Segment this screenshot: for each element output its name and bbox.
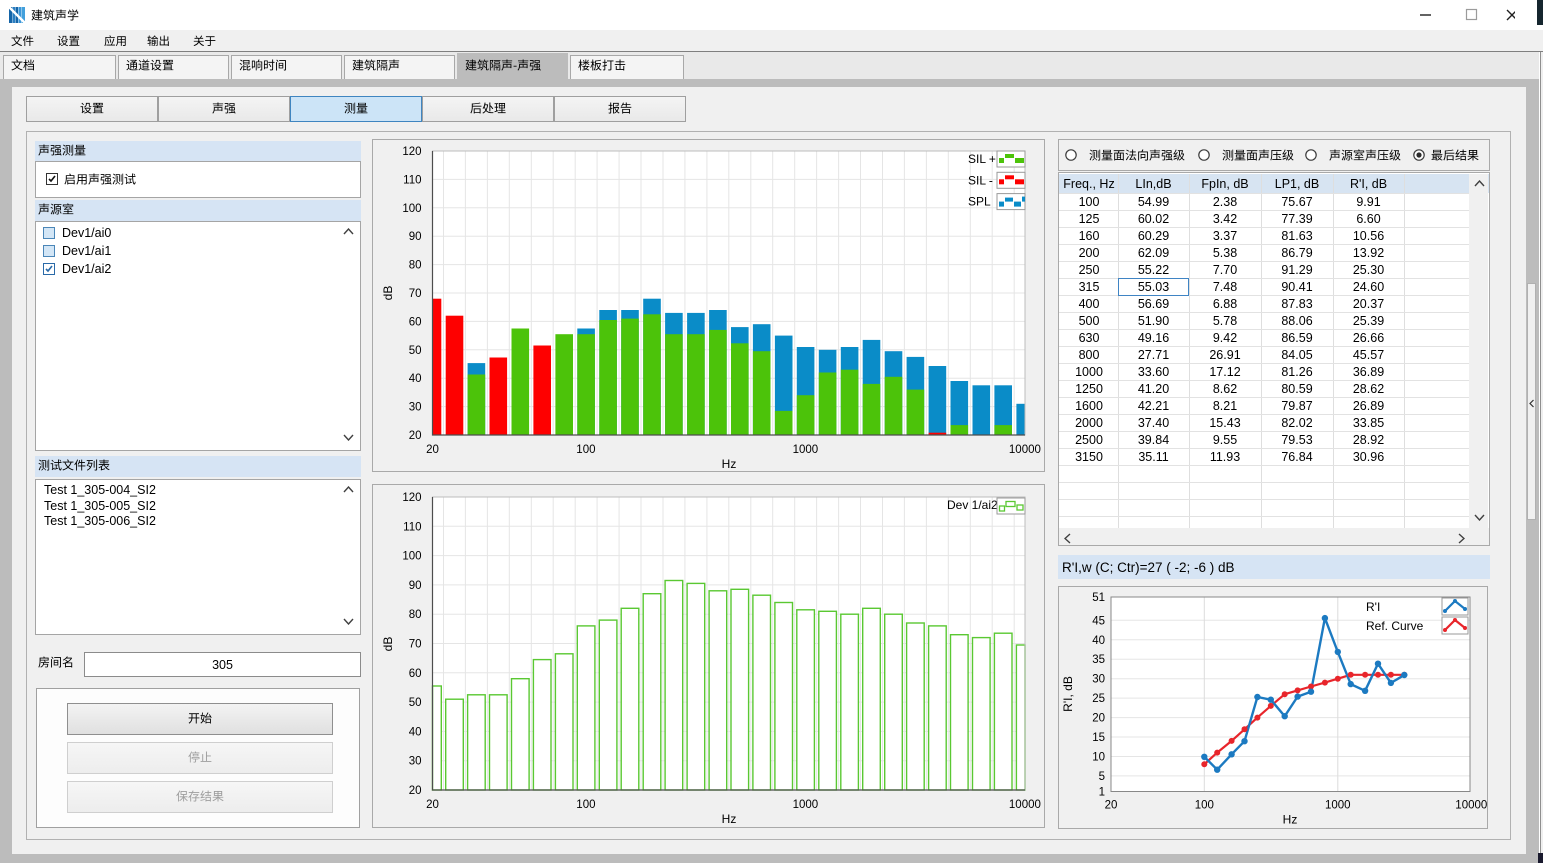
svg-text:40: 40 <box>1092 635 1105 647</box>
svg-text:20: 20 <box>426 444 439 456</box>
svg-text:Ref. Curve: Ref. Curve <box>1366 619 1424 633</box>
svg-text:35: 35 <box>1092 654 1105 666</box>
svg-text:30: 30 <box>1092 674 1105 686</box>
svg-text:R'I, dB: R'I, dB <box>1061 676 1075 712</box>
svg-text:20: 20 <box>409 430 422 442</box>
svg-text:1000: 1000 <box>1325 800 1351 812</box>
svg-text:Hz: Hz <box>722 457 737 471</box>
svg-text:SIL +: SIL + <box>968 152 996 166</box>
svg-text:20: 20 <box>426 799 439 811</box>
svg-text:30: 30 <box>409 756 422 768</box>
svg-text:20: 20 <box>1105 800 1118 812</box>
svg-text:100: 100 <box>1195 800 1214 812</box>
svg-text:80: 80 <box>409 609 422 621</box>
svg-text:100: 100 <box>402 203 421 215</box>
svg-text:100: 100 <box>576 799 595 811</box>
svg-text:110: 110 <box>403 521 421 533</box>
svg-text:60: 60 <box>409 668 422 680</box>
svg-text:100: 100 <box>402 551 421 563</box>
svg-text:10000: 10000 <box>1009 799 1041 811</box>
svg-text:50: 50 <box>409 697 422 709</box>
svg-text:10000: 10000 <box>1009 444 1041 456</box>
svg-text:90: 90 <box>409 231 422 243</box>
svg-text:R'I: R'I <box>1366 600 1380 614</box>
svg-text:40: 40 <box>409 726 422 738</box>
svg-text:25: 25 <box>1092 693 1105 705</box>
svg-text:SPL: SPL <box>968 195 991 209</box>
svg-text:30: 30 <box>409 402 422 414</box>
svg-text:40: 40 <box>409 373 422 385</box>
svg-text:Dev 1/ai2: Dev 1/ai2 <box>947 498 998 512</box>
svg-text:100: 100 <box>576 444 595 456</box>
svg-text:51: 51 <box>1092 592 1105 604</box>
svg-text:Hz: Hz <box>722 812 737 826</box>
svg-text:110: 110 <box>403 174 421 186</box>
svg-text:dB: dB <box>381 286 395 301</box>
svg-text:120: 120 <box>402 146 421 158</box>
svg-text:70: 70 <box>409 288 422 300</box>
svg-text:Hz: Hz <box>1283 813 1298 827</box>
svg-text:50: 50 <box>409 345 422 357</box>
svg-text:120: 120 <box>402 492 421 504</box>
svg-text:80: 80 <box>409 260 422 272</box>
svg-text:5: 5 <box>1099 771 1105 783</box>
svg-text:60: 60 <box>409 316 422 328</box>
svg-text:10000: 10000 <box>1455 800 1487 812</box>
svg-text:10: 10 <box>1092 752 1105 764</box>
svg-text:20: 20 <box>409 785 422 797</box>
svg-text:70: 70 <box>409 639 422 651</box>
svg-text:1000: 1000 <box>793 799 819 811</box>
svg-text:1000: 1000 <box>793 444 819 456</box>
svg-text:SIL -: SIL - <box>968 173 993 187</box>
svg-text:15: 15 <box>1092 732 1105 744</box>
svg-text:90: 90 <box>409 580 422 592</box>
svg-text:dB: dB <box>381 637 395 652</box>
svg-text:1: 1 <box>1099 787 1105 799</box>
svg-text:45: 45 <box>1092 615 1105 627</box>
svg-text:20: 20 <box>1092 713 1105 725</box>
